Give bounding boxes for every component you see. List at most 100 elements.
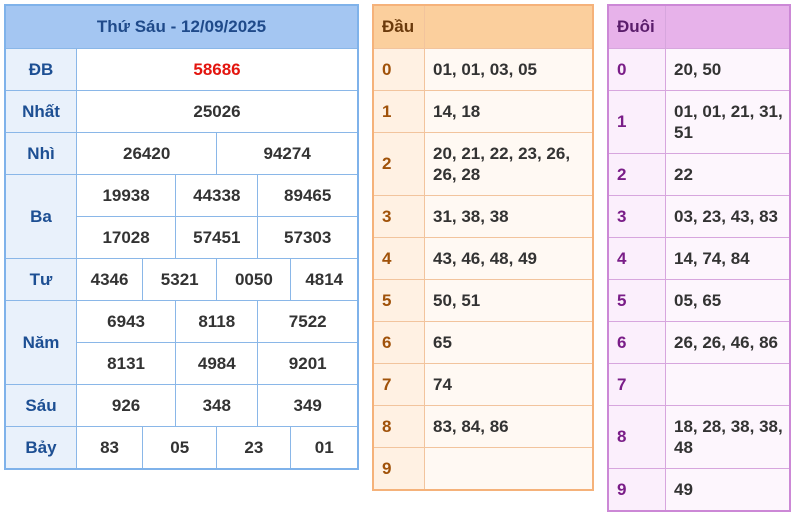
dau-key: 3 [372, 195, 425, 238]
prize-number: 7522 [257, 300, 359, 343]
dau-values: 50, 51 [424, 279, 594, 322]
prize-number: 89465 [257, 174, 359, 217]
results-title: Thứ Sáu - 12/09/2025 [4, 4, 359, 49]
duoi-values: 22 [665, 153, 791, 196]
dau-key: 5 [372, 279, 425, 322]
dau-row: 5 50, 51 [372, 279, 594, 322]
prize-number: 17028 [75, 216, 177, 259]
dau-values: 20, 21, 22, 23, 26, 26, 28 [424, 132, 594, 196]
prize-number: 05 [142, 426, 218, 470]
duoi-header-blank [665, 4, 791, 49]
duoi-row: 2 22 [607, 153, 791, 196]
prize-number: 0050 [216, 258, 292, 301]
prize-label: Tư [4, 258, 77, 301]
dau-row: 4 43, 46, 48, 49 [372, 237, 594, 280]
prize-label: ĐB [4, 48, 77, 91]
dau-values: 31, 38, 38 [424, 195, 594, 238]
prize-row-special: ĐB 58686 [4, 48, 359, 91]
dau-row: 1 14, 18 [372, 90, 594, 133]
duoi-header: Đuôi [607, 4, 666, 49]
duoi-row: 6 26, 26, 46, 86 [607, 321, 791, 364]
dau-key: 8 [372, 405, 425, 448]
prize-number: 57303 [257, 216, 359, 259]
prize-number: 57451 [175, 216, 259, 259]
dau-row: 7 74 [372, 363, 594, 406]
duoi-key: 1 [607, 90, 666, 154]
dau-values [424, 447, 594, 491]
duoi-values: 01, 01, 21, 31, 51 [665, 90, 791, 154]
dau-key: 0 [372, 48, 425, 91]
prize-label: Nhì [4, 132, 77, 175]
dau-key: 2 [372, 132, 425, 196]
duoi-values: 26, 26, 46, 86 [665, 321, 791, 364]
duoi-row: 8 18, 28, 38, 38, 48 [607, 405, 791, 469]
prize-row-seventh: Bảy 83 05 23 01 [4, 426, 359, 470]
dau-header-blank [424, 4, 594, 49]
duoi-values: 05, 65 [665, 279, 791, 322]
duoi-row: 1 01, 01, 21, 31, 51 [607, 90, 791, 154]
results-table: Thứ Sáu - 12/09/2025 ĐB 58686 Nhất 25026… [4, 4, 359, 470]
dau-header: Đầu [372, 4, 425, 49]
duoi-row: 5 05, 65 [607, 279, 791, 322]
duoi-key: 4 [607, 237, 666, 280]
duoi-key: 9 [607, 468, 666, 512]
prize-number: 926 [75, 384, 177, 427]
prize-number: 5321 [142, 258, 218, 301]
prize-row-fifth: Năm 6943 8118 7522 [4, 300, 359, 385]
prize-number: 348 [175, 384, 259, 427]
duoi-key: 6 [607, 321, 666, 364]
prize-number: 4346 [75, 258, 144, 301]
dau-key: 4 [372, 237, 425, 280]
prize-label: Bảy [4, 426, 77, 470]
duoi-table: Đuôi 0 20, 50 1 01, 01, 21, 31, 51 2 22 3 03… [607, 4, 791, 512]
prize-number: 349 [257, 384, 359, 427]
dau-values: 01, 01, 03, 05 [424, 48, 594, 91]
prize-number: 83 [75, 426, 144, 470]
dau-row: 6 65 [372, 321, 594, 364]
prize-row-fourth: Tư 4346 5321 0050 4814 [4, 258, 359, 301]
prize-number: 44338 [175, 174, 259, 217]
duoi-row: 9 49 [607, 468, 791, 512]
prize-number: 01 [290, 426, 359, 470]
prize-number: 6943 [75, 300, 177, 343]
prize-number: 23 [216, 426, 292, 470]
duoi-values [665, 363, 791, 406]
dau-values: 65 [424, 321, 594, 364]
prize-row-sixth: Sáu 926 348 349 [4, 384, 359, 427]
duoi-key: 2 [607, 153, 666, 196]
duoi-row: 3 03, 23, 43, 83 [607, 195, 791, 238]
duoi-key: 0 [607, 48, 666, 91]
prize-number: 8131 [75, 342, 177, 385]
prize-number: 8118 [175, 300, 259, 343]
prize-number: 25026 [76, 90, 359, 133]
duoi-values: 20, 50 [665, 48, 791, 91]
duoi-values: 14, 74, 84 [665, 237, 791, 280]
prize-number: 94274 [216, 132, 359, 175]
dau-row: 8 83, 84, 86 [372, 405, 594, 448]
duoi-key: 8 [607, 405, 666, 469]
duoi-key: 3 [607, 195, 666, 238]
prize-label: Sáu [4, 384, 77, 427]
prize-number: 19938 [75, 174, 177, 217]
prize-number: 9201 [257, 342, 359, 385]
dau-key: 6 [372, 321, 425, 364]
special-prize-number: 58686 [76, 48, 359, 91]
prize-number: 4814 [290, 258, 359, 301]
dau-key: 7 [372, 363, 425, 406]
duoi-values: 03, 23, 43, 83 [665, 195, 791, 238]
duoi-row: 4 14, 74, 84 [607, 237, 791, 280]
duoi-row: 0 20, 50 [607, 48, 791, 91]
dau-key: 1 [372, 90, 425, 133]
prize-label: Năm [4, 300, 77, 385]
duoi-key: 7 [607, 363, 666, 406]
prize-row-second: Nhì 26420 94274 [4, 132, 359, 175]
dau-values: 83, 84, 86 [424, 405, 594, 448]
duoi-values: 49 [665, 468, 791, 512]
prize-label: Nhất [4, 90, 77, 133]
dau-values: 43, 46, 48, 49 [424, 237, 594, 280]
prize-number: 26420 [75, 132, 218, 175]
dau-values: 14, 18 [424, 90, 594, 133]
prize-number: 4984 [175, 342, 259, 385]
prize-row-third: Ba 19938 44338 89465 [4, 174, 359, 259]
dau-row: 2 20, 21, 22, 23, 26, 26, 28 [372, 132, 594, 196]
